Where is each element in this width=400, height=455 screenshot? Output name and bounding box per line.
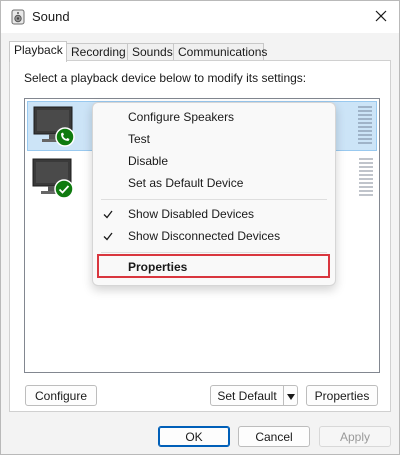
menu-item-show-disabled-devices[interactable]: Show Disabled Devices [93, 204, 335, 226]
speaker-icon [11, 9, 25, 25]
menu-item-disable[interactable]: Disable [93, 151, 335, 173]
menu-separator [101, 199, 327, 200]
menu-item-show-disconnected-devices[interactable]: Show Disconnected Devices [93, 226, 335, 248]
menu-item-test[interactable]: Test [93, 129, 335, 151]
apply-button[interactable]: Apply [319, 426, 391, 447]
set-default-dropdown-button[interactable] [283, 385, 298, 406]
properties-highlight-box [97, 254, 330, 278]
ok-button[interactable]: OK [158, 426, 230, 447]
properties-button[interactable]: Properties [306, 385, 378, 406]
check-badge-icon [54, 179, 74, 199]
set-default-button[interactable]: Set Default [210, 385, 284, 406]
level-meter [359, 158, 373, 200]
tab-sounds[interactable]: Sounds [127, 43, 174, 60]
instruction-text: Select a playback device below to modify… [24, 71, 307, 85]
title-bar: Sound [1, 1, 399, 33]
menu-item-label: Disable [128, 154, 169, 168]
menu-item-configure-speakers[interactable]: Configure Speakers [93, 107, 335, 129]
level-meter [358, 106, 372, 148]
menu-item-set-default-device[interactable]: Set as Default Device [93, 173, 335, 195]
menu-item-label: Show Disconnected Devices [128, 229, 281, 243]
menu-separator [101, 252, 327, 253]
tab-recording[interactable]: Recording [66, 43, 128, 60]
menu-item-label: Configure Speakers [128, 110, 235, 124]
tab-communications[interactable]: Communications [173, 43, 267, 60]
tab-playback[interactable]: Playback [9, 41, 67, 62]
phone-badge-icon [55, 127, 75, 147]
set-default-split-button: Set Default [210, 385, 298, 406]
menu-item-label: Show Disabled Devices [128, 207, 255, 221]
caret-down-icon [286, 389, 295, 403]
configure-button[interactable]: Configure [25, 385, 97, 406]
checkmark-icon [102, 208, 114, 220]
close-icon [375, 10, 387, 25]
menu-item-label: Test [128, 132, 151, 146]
checkmark-icon [102, 230, 114, 242]
window-title: Sound [32, 9, 70, 24]
cancel-button[interactable]: Cancel [238, 426, 310, 447]
menu-item-label: Set as Default Device [128, 176, 244, 190]
close-button[interactable] [367, 3, 395, 31]
sound-dialog: Sound Playback Recording Sounds Communic… [0, 0, 400, 455]
